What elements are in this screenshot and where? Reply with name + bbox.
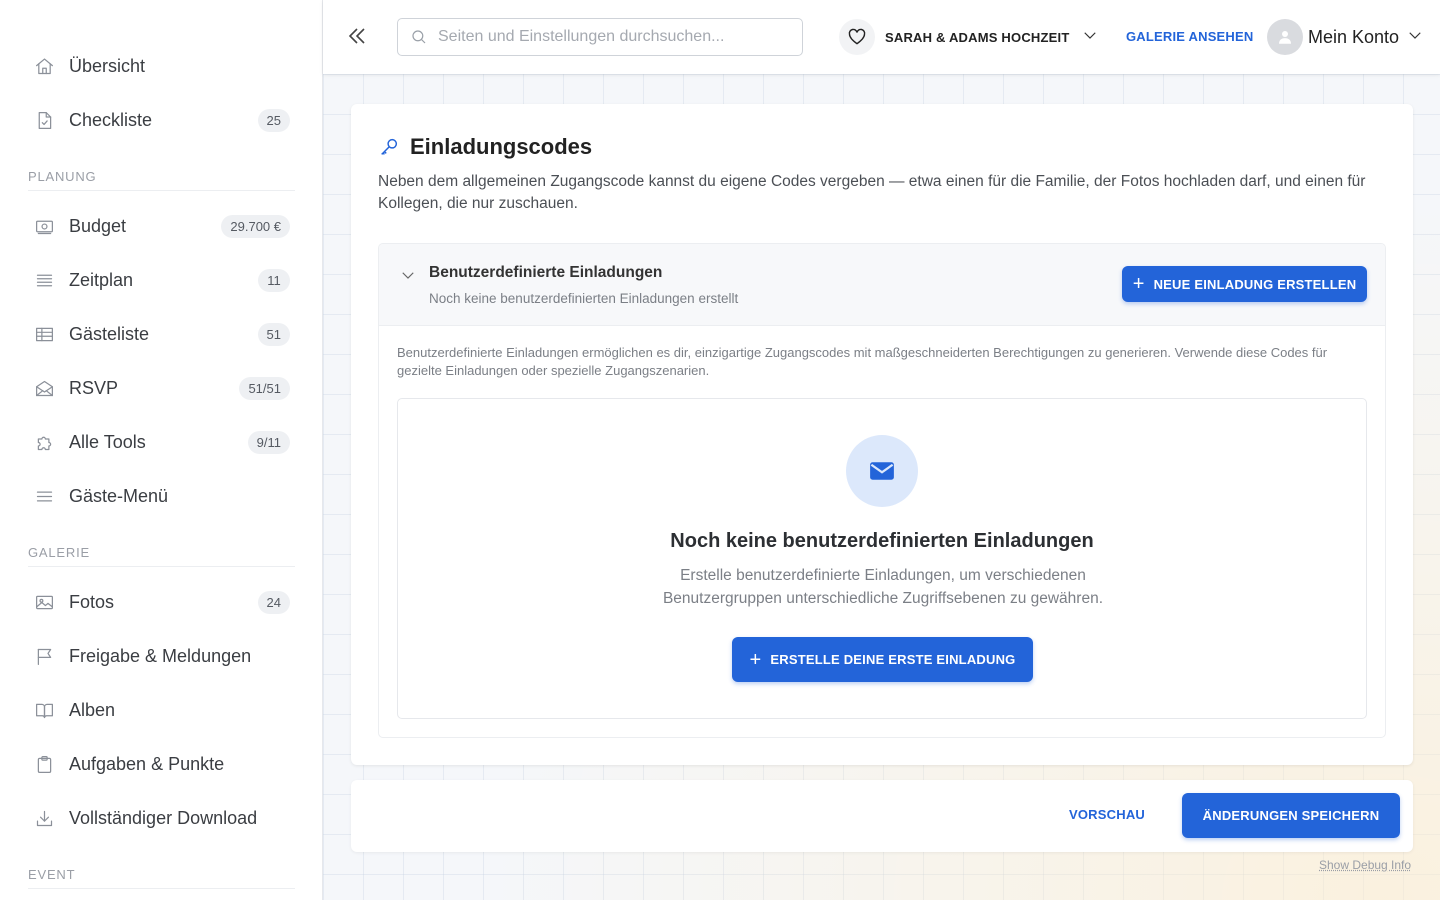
sidebar-item-label: Zeitplan bbox=[69, 269, 134, 290]
count-badge: 11 bbox=[258, 268, 290, 292]
create-first-invite-label: ERSTELLE DEINE ERSTE EINLADUNG bbox=[770, 652, 1016, 667]
view-gallery-link[interactable]: GALERIE ANSEHEN bbox=[1126, 29, 1253, 44]
debug-info-link[interactable]: Show Debug Info bbox=[1319, 858, 1411, 872]
sidebar-item-label: RSVP bbox=[69, 377, 119, 398]
count-badge: 29.700 € bbox=[221, 214, 290, 238]
avatar bbox=[1267, 19, 1303, 55]
event-name: SARAH & ADAMS HOCHZEIT bbox=[885, 29, 1070, 45]
top-header: SARAH & ADAMS HOCHZEIT GALERIE ANSEHEN M… bbox=[323, 0, 1440, 74]
sidebar-item-rsvp[interactable]: RSVP 51/51 bbox=[0, 361, 322, 415]
action-bar: VORSCHAU ÄNDERUNGEN SPEICHERN bbox=[351, 780, 1413, 852]
card-description: Neben dem allgemeinen Zugangscode kannst… bbox=[378, 173, 1366, 212]
money-icon bbox=[32, 214, 56, 238]
user-icon bbox=[1279, 31, 1291, 44]
sidebar-item-label: Alle Tools bbox=[69, 431, 146, 452]
count-badge: 25 bbox=[257, 108, 290, 132]
panel-subtitle: Noch keine benutzerdefinierten Einladung… bbox=[429, 291, 739, 306]
card-title: Einladungscodes bbox=[378, 134, 592, 160]
sidebar-item-label: Vollständiger Download bbox=[69, 807, 258, 828]
save-changes-button[interactable]: ÄNDERUNGEN SPEICHERN bbox=[1182, 793, 1400, 838]
sidebar-item-gaeste-menue[interactable]: Gäste-Menü bbox=[0, 469, 322, 523]
heart-icon bbox=[839, 19, 875, 55]
menu-icon bbox=[32, 484, 56, 508]
envelope-icon bbox=[846, 435, 918, 507]
checklist-icon bbox=[32, 108, 56, 132]
clipboard-icon bbox=[32, 752, 56, 776]
sidebar-item-alle-tools[interactable]: Alle Tools 9/11 bbox=[0, 415, 322, 469]
sidebar-item-label: Gästeliste bbox=[69, 323, 150, 344]
section-label-event: EVENT bbox=[28, 845, 295, 889]
download-icon bbox=[32, 806, 56, 830]
create-first-invite-button[interactable]: + ERSTELLE DEINE ERSTE EINLADUNG bbox=[732, 637, 1033, 682]
envelope-open-icon bbox=[32, 376, 56, 400]
sidebar-item-label: Gäste-Menü bbox=[69, 485, 169, 506]
home-icon bbox=[32, 54, 56, 78]
sidebar-item-alben[interactable]: Alben bbox=[0, 683, 322, 737]
key-icon bbox=[381, 138, 398, 155]
account-menu[interactable]: Mein Konto bbox=[1267, 19, 1424, 55]
collapse-panel-toggle[interactable] bbox=[399, 266, 417, 289]
sidebar-item-aufgaben[interactable]: Aufgaben & Punkte bbox=[0, 737, 322, 791]
image-icon bbox=[32, 590, 56, 614]
sidebar-item-fotos[interactable]: Fotos 24 bbox=[0, 575, 322, 629]
sidebar-item-freigabe[interactable]: Freigabe & Meldungen bbox=[0, 629, 322, 683]
sidebar-item-label: Alben bbox=[69, 699, 116, 720]
sidebar-item-checkliste[interactable]: Checkliste 25 bbox=[0, 93, 322, 147]
section-label-galerie: GALERIE bbox=[28, 523, 295, 567]
sidebar: Übersicht Checkliste 25 PLANUNG Budget 2… bbox=[0, 0, 323, 900]
flag-icon bbox=[32, 644, 56, 668]
puzzle-icon bbox=[32, 430, 56, 454]
event-selector[interactable]: SARAH & ADAMS HOCHZEIT bbox=[839, 19, 1099, 55]
sidebar-item-uebersicht[interactable]: Übersicht bbox=[0, 39, 322, 93]
sidebar-item-download[interactable]: Vollständiger Download bbox=[0, 791, 322, 845]
chevron-down-icon bbox=[402, 272, 414, 279]
book-icon bbox=[32, 698, 56, 722]
new-invite-button-label: NEUE EINLADUNG ERSTELLEN bbox=[1153, 276, 1357, 292]
sidebar-item-gaesteliste[interactable]: Gästeliste 51 bbox=[0, 307, 322, 361]
empty-state-text: Erstelle benutzerdefinierte Einladungen,… bbox=[662, 567, 1104, 607]
section-label-planung: PLANUNG bbox=[28, 147, 295, 191]
search-input[interactable] bbox=[438, 28, 778, 46]
panel-header: Benutzerdefinierte Einladungen Noch kein… bbox=[379, 244, 1385, 326]
new-invite-button[interactable]: + NEUE EINLADUNG ERSTELLEN bbox=[1122, 266, 1367, 302]
account-label: Mein Konto bbox=[1308, 26, 1400, 47]
sidebar-item-label: Übersicht bbox=[69, 55, 146, 76]
count-badge: 51/51 bbox=[239, 376, 290, 400]
search-box[interactable] bbox=[397, 18, 803, 56]
custom-invites-panel: Benutzerdefinierte Einladungen Noch kein… bbox=[378, 243, 1386, 738]
sidebar-item-label: Freigabe & Meldungen bbox=[69, 645, 252, 666]
sidebar-item-label: Fotos bbox=[69, 591, 115, 612]
page-title: Einladungscodes bbox=[410, 134, 593, 159]
double-chevron-left-icon bbox=[348, 28, 365, 44]
sidebar-item-budget[interactable]: Budget 29.700 € bbox=[0, 199, 322, 253]
invite-codes-card: Einladungscodes Neben dem allgemeinen Zu… bbox=[351, 104, 1413, 765]
count-badge: 9/11 bbox=[247, 430, 290, 454]
preview-button[interactable]: VORSCHAU bbox=[1069, 807, 1145, 822]
count-badge: 24 bbox=[257, 590, 290, 614]
empty-state: Noch keine benutzerdefinierten Einladung… bbox=[397, 398, 1367, 719]
sidebar-item-label: Aufgaben & Punkte bbox=[69, 753, 225, 774]
chevron-down-icon bbox=[1081, 26, 1099, 49]
count-badge: 51 bbox=[257, 322, 290, 346]
search-icon bbox=[412, 30, 426, 44]
sidebar-item-label: Budget bbox=[69, 215, 127, 236]
plus-icon: + bbox=[1132, 273, 1145, 295]
chevron-down-icon bbox=[1406, 26, 1424, 49]
timeline-icon bbox=[32, 268, 56, 292]
empty-state-title: Noch keine benutzerdefinierten Einladung… bbox=[670, 530, 1094, 552]
collapse-sidebar-button[interactable] bbox=[345, 24, 371, 50]
panel-info-text: Benutzerdefinierte Einladungen ermöglich… bbox=[397, 345, 1328, 378]
plus-icon: + bbox=[749, 648, 762, 671]
sidebar-item-zeitplan[interactable]: Zeitplan 11 bbox=[0, 253, 322, 307]
table-icon bbox=[32, 322, 56, 346]
sidebar-item-label: Checkliste bbox=[69, 109, 153, 130]
panel-title: Benutzerdefinierte Einladungen bbox=[429, 264, 663, 281]
